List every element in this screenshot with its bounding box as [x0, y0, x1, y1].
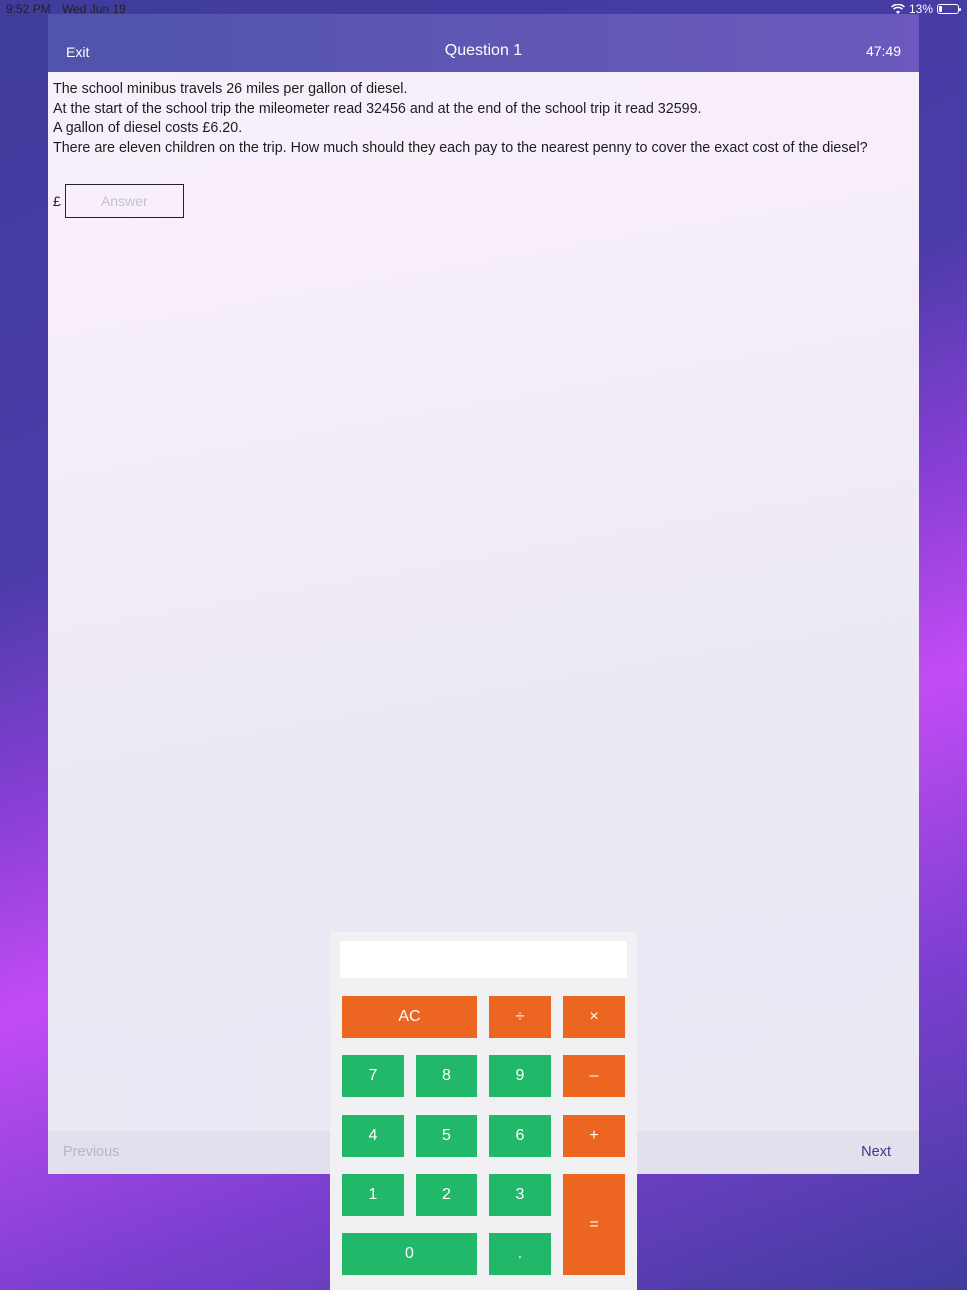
- calc-minus-button[interactable]: –: [563, 1055, 625, 1097]
- calc-digit-7-button[interactable]: 7: [342, 1055, 404, 1097]
- calc-digit-2-button[interactable]: 2: [416, 1174, 477, 1216]
- calc-digit-3-button[interactable]: 3: [489, 1174, 551, 1216]
- wifi-icon: [891, 3, 905, 15]
- calc-decimal-button[interactable]: .: [489, 1233, 551, 1275]
- calc-digit-6-button[interactable]: 6: [489, 1115, 551, 1157]
- calc-equals-button[interactable]: =: [563, 1174, 625, 1275]
- calc-clear-button[interactable]: AC: [342, 996, 477, 1038]
- answer-input[interactable]: [64, 184, 184, 218]
- countdown-timer: 47:49: [865, 43, 901, 59]
- calc-divide-button[interactable]: ÷: [489, 996, 551, 1038]
- status-time: 9:52 PM: [6, 2, 51, 16]
- calc-digit-1-button[interactable]: 1: [342, 1174, 404, 1216]
- calc-digit-5-button[interactable]: 5: [416, 1115, 477, 1157]
- next-button[interactable]: Next: [861, 1144, 891, 1160]
- question-line: The school minibus travels 26 miles per …: [53, 81, 408, 97]
- navigation-bar: Exit Question 1 47:49: [48, 14, 919, 72]
- question-line: A gallon of diesel costs £6.20.: [53, 120, 243, 137]
- calc-digit-0-button[interactable]: 0: [342, 1233, 477, 1275]
- calc-digit-9-button[interactable]: 9: [489, 1055, 551, 1097]
- battery-icon: [937, 4, 961, 14]
- calculator-panel: AC ÷ × 7 8 9 – 4 5 6 + 1 2 3 = 0 .: [330, 932, 637, 1290]
- calculator-display: [340, 941, 627, 978]
- question-title: Question 1: [444, 42, 523, 59]
- question-text: The school minibus travels 26 miles per …: [53, 80, 913, 159]
- question-line: At the start of the school trip the mile…: [53, 100, 702, 117]
- previous-button[interactable]: Previous: [63, 1144, 119, 1160]
- calc-digit-8-button[interactable]: 8: [416, 1055, 477, 1097]
- calc-plus-button[interactable]: +: [563, 1115, 625, 1157]
- currency-symbol: £: [53, 193, 61, 209]
- calc-digit-4-button[interactable]: 4: [342, 1115, 404, 1157]
- question-line: There are eleven children on the trip. H…: [53, 140, 868, 157]
- calc-multiply-button[interactable]: ×: [563, 996, 625, 1038]
- answer-row: £: [53, 184, 184, 218]
